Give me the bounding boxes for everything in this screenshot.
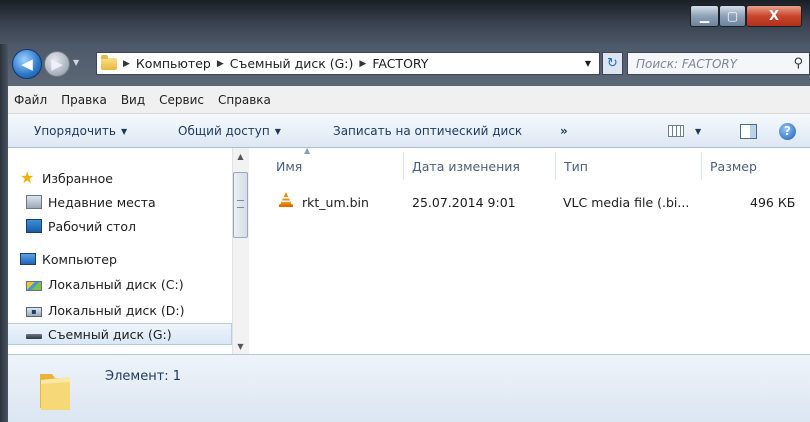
- maximize-button[interactable]: ▢: [719, 5, 746, 27]
- share-label: Общий доступ: [178, 124, 270, 138]
- nav-item-computer[interactable]: Компьютер: [20, 248, 117, 270]
- search-placeholder: Поиск: FACTORY: [636, 56, 738, 71]
- recent-pages-dropdown[interactable]: ▼: [73, 58, 79, 67]
- chevron-down-icon: ▼: [695, 126, 702, 136]
- menu-edit[interactable]: Правка: [61, 93, 107, 107]
- title-bar[interactable]: [0, 0, 810, 44]
- menu-view[interactable]: Вид: [121, 93, 145, 107]
- arrow-right-icon: ▶: [51, 55, 63, 73]
- column-header-date[interactable]: Дата изменения: [404, 152, 556, 180]
- nav-label: Локальный диск (D:): [48, 302, 185, 318]
- change-view-button[interactable]: ▼: [668, 114, 701, 148]
- organize-button[interactable]: Упорядочить ▼: [34, 114, 127, 148]
- minimize-button[interactable]: ▁: [690, 5, 719, 27]
- back-button[interactable]: ◀: [12, 49, 42, 79]
- nav-label: Недавние места: [48, 194, 156, 210]
- computer-icon: [20, 253, 36, 265]
- recent-places-icon: [26, 195, 42, 209]
- close-button[interactable]: X: [746, 5, 802, 27]
- file-name[interactable]: rkt_um.bin: [302, 195, 369, 210]
- menu-bar: Файл Правка Вид Сервис Справка: [8, 86, 810, 114]
- nav-item-recent[interactable]: Недавние места: [26, 191, 156, 213]
- chevron-right-icon[interactable]: ▶: [359, 59, 366, 69]
- preview-pane-icon: [740, 123, 757, 139]
- column-label: Дата изменения: [412, 158, 520, 174]
- chevron-down-icon[interactable]: ▼: [577, 53, 599, 74]
- chevron-right-icon[interactable]: ▶: [123, 59, 130, 69]
- menu-tools[interactable]: Сервис: [159, 93, 204, 107]
- refresh-button[interactable]: ↻: [602, 52, 623, 75]
- window-frame: [0, 44, 8, 422]
- nav-item-disk-g[interactable]: Съемный диск (G:): [8, 323, 232, 345]
- local-disk-icon: [26, 280, 42, 291]
- status-item-count: Элемент: 1: [105, 369, 182, 384]
- star-icon: ★: [20, 168, 35, 187]
- local-disk-icon: ▪: [26, 306, 42, 317]
- column-header-size[interactable]: Размер: [702, 152, 810, 180]
- scroll-down-icon[interactable]: ▼: [232, 340, 249, 352]
- more-commands-label: »: [560, 124, 568, 138]
- vlc-file-icon: [279, 192, 293, 207]
- column-label: Тип: [564, 158, 588, 174]
- chevron-down-icon: ▼: [274, 126, 281, 136]
- breadcrumb-computer[interactable]: Компьютер: [136, 56, 211, 71]
- navigation-pane: ★ Избранное Недавние места Рабочий стол …: [8, 148, 242, 354]
- nav-item-disk-d[interactable]: ▪ Локальный диск (D:): [26, 299, 185, 321]
- grip-icon: [237, 200, 244, 208]
- menu-file[interactable]: Файл: [14, 93, 47, 107]
- menu-help[interactable]: Справка: [218, 93, 271, 107]
- column-label: Размер: [710, 158, 757, 174]
- help-icon: ?: [779, 122, 796, 140]
- help-button[interactable]: ?: [779, 114, 796, 148]
- burn-button[interactable]: Записать на оптический диск: [333, 114, 522, 148]
- refresh-icon: ↻: [607, 56, 618, 71]
- burn-label: Записать на оптический диск: [333, 124, 523, 138]
- search-icon[interactable]: ⚲: [793, 56, 803, 71]
- command-bar: Упорядочить ▼ Общий доступ ▼ Записать на…: [8, 114, 810, 148]
- nav-label: Съемный диск (G:): [48, 326, 172, 342]
- search-input[interactable]: Поиск: FACTORY ⚲: [627, 52, 810, 75]
- chevron-right-icon[interactable]: ▶: [217, 59, 224, 69]
- breadcrumb-factory[interactable]: FACTORY: [372, 56, 428, 71]
- nav-label: Компьютер: [42, 251, 117, 267]
- nav-item-favorites[interactable]: ★ Избранное: [20, 167, 113, 189]
- nav-item-disk-c[interactable]: Локальный диск (C:): [26, 273, 184, 295]
- column-header-type[interactable]: Тип: [556, 152, 702, 180]
- desktop-icon: [26, 219, 42, 233]
- nav-label: Локальный диск (C:): [48, 276, 184, 292]
- file-size: 496 КБ: [750, 195, 796, 210]
- breadcrumb-removable-disk[interactable]: Съемный диск (G:): [230, 56, 354, 71]
- file-date: 25.07.2014 9:01: [412, 195, 516, 210]
- organize-label: Упорядочить: [34, 124, 116, 138]
- removable-disk-icon: [26, 334, 42, 339]
- nav-label: Избранное: [42, 170, 113, 186]
- column-header-name[interactable]: Имя: [268, 152, 404, 180]
- scroll-up-icon[interactable]: ▲: [232, 150, 249, 162]
- details-pane: [8, 354, 810, 422]
- view-details-icon: [668, 125, 684, 137]
- nav-label: Рабочий стол: [48, 218, 136, 234]
- column-label: Имя: [276, 158, 303, 174]
- nav-item-desktop[interactable]: Рабочий стол: [26, 215, 136, 237]
- file-type: VLC media file (.bi...: [563, 195, 690, 210]
- arrow-left-icon: ◀: [21, 55, 33, 73]
- folder-icon: [40, 374, 70, 410]
- preview-pane-button[interactable]: [740, 114, 757, 148]
- chevron-down-icon: ▼: [120, 126, 128, 136]
- share-button[interactable]: Общий доступ ▼: [178, 114, 281, 148]
- more-commands-button[interactable]: »: [560, 114, 568, 148]
- explorer-window: ▁ ▢ X ◀ ▶ ▼ ▶ Компьютер ▶ Съемный диск (…: [0, 0, 810, 422]
- address-bar[interactable]: ▶ Компьютер ▶ Съемный диск (G:) ▶ FACTOR…: [96, 52, 600, 75]
- forward-button[interactable]: ▶: [44, 51, 70, 77]
- folder-icon: [101, 54, 117, 70]
